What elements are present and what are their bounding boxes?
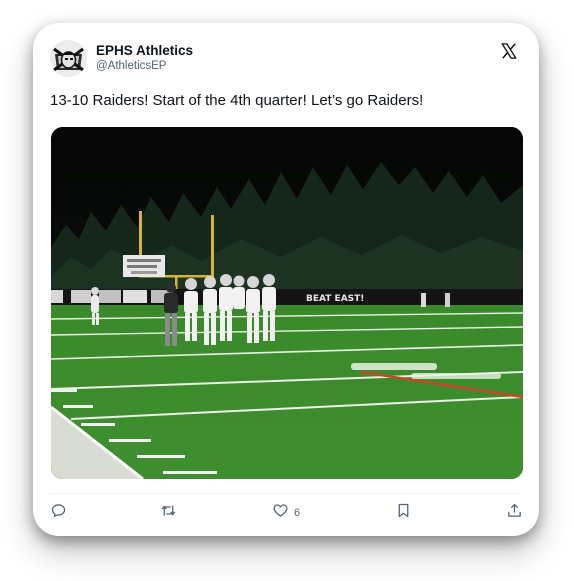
reply-icon <box>50 502 67 524</box>
account-handle[interactable]: @AthleticsEP <box>96 59 193 74</box>
tweet-photo[interactable]: BEAT EAST! <box>51 127 523 479</box>
football-field-photo: BEAT EAST! <box>51 127 523 479</box>
bookmark-button[interactable] <box>395 503 412 523</box>
reply-button[interactable] <box>50 503 67 523</box>
tweet-actions: 6 <box>50 503 524 525</box>
bookmark-icon <box>395 502 412 524</box>
display-name[interactable]: EPHS Athletics <box>96 43 193 59</box>
retweet-icon <box>160 502 177 524</box>
field-banner-text: BEAT EAST! <box>306 294 364 304</box>
like-count: 6 <box>294 507 301 519</box>
account-names: EPHS Athletics @AthleticsEP <box>96 43 193 74</box>
like-button[interactable]: 6 <box>272 503 300 523</box>
share-icon <box>506 502 523 524</box>
tweet-header: EPHS Athletics @AthleticsEP <box>50 40 520 80</box>
x-logo-icon[interactable] <box>500 42 518 60</box>
actions-divider <box>50 493 522 494</box>
retweet-button[interactable] <box>160 503 177 523</box>
share-button[interactable] <box>506 503 523 523</box>
raiders-logo-icon <box>50 40 87 77</box>
heart-icon <box>272 502 289 524</box>
avatar[interactable] <box>50 40 87 77</box>
tweet-text: 13-10 Raiders! Start of the 4th quarter!… <box>50 92 424 109</box>
tweet-card: EPHS Athletics @AthleticsEP 13-10 Raider… <box>33 23 539 536</box>
